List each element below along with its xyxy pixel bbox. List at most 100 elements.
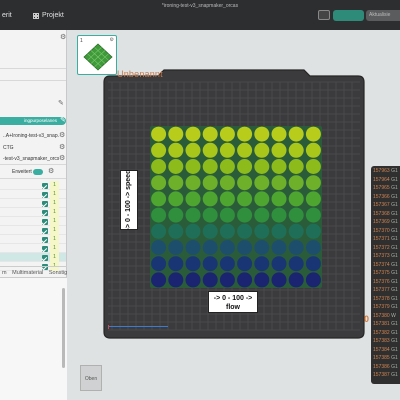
menu-item-project[interactable]: Projekt <box>42 12 64 19</box>
test-disc <box>185 223 201 239</box>
refresh-button[interactable]: Aktualisie <box>366 10 400 21</box>
test-disc <box>151 240 167 255</box>
test-disc <box>185 142 201 158</box>
pill-edit-icon[interactable]: ✎ <box>60 116 66 124</box>
expert-mode-label: Erweitert <box>12 169 32 175</box>
object-row[interactable]: 1 <box>0 181 66 190</box>
test-disc <box>219 191 235 207</box>
gear-icon[interactable]: ⚙ <box>59 154 65 162</box>
gcode-line: 157381 G1 <box>371 321 400 330</box>
object-row[interactable]: 1 <box>0 199 66 208</box>
object-row-value: 1 <box>50 226 59 235</box>
test-disc <box>168 256 184 272</box>
test-disc <box>168 142 184 158</box>
test-disc <box>219 272 235 288</box>
checkbox-icon[interactable] <box>42 255 48 261</box>
test-disc <box>219 256 235 272</box>
gear-icon[interactable]: ⚙ <box>48 167 54 175</box>
divider <box>0 80 66 81</box>
scrollbar[interactable] <box>62 288 65 368</box>
test-disc <box>185 256 201 272</box>
object-row-value: 1 <box>50 208 59 217</box>
test-disc <box>185 159 201 174</box>
tab-misc[interactable]: Sonstiges <box>47 267 67 276</box>
checkbox-icon[interactable] <box>42 219 48 225</box>
expert-mode-toggle[interactable] <box>33 169 43 175</box>
object-row[interactable]: 1 <box>0 208 66 217</box>
test-disc <box>254 159 270 174</box>
test-disc <box>288 126 304 142</box>
gcode-command: G1 <box>391 202 398 208</box>
object-row[interactable]: 1 <box>0 235 66 244</box>
checkbox-icon[interactable] <box>42 192 48 198</box>
object-row[interactable]: 1 <box>0 226 66 235</box>
gcode-line: 157373 G1 <box>371 253 400 262</box>
object-row[interactable]: 1 <box>0 217 66 226</box>
ironing-test-object[interactable] <box>150 126 322 288</box>
test-disc <box>271 191 287 207</box>
object-row[interactable]: 1 <box>0 244 66 253</box>
checkbox-icon[interactable] <box>42 183 48 189</box>
checkbox-icon[interactable] <box>42 201 48 207</box>
checkbox-icon[interactable] <box>42 246 48 252</box>
object-row[interactable]: 1 <box>0 190 66 199</box>
test-disc <box>288 223 304 239</box>
test-disc <box>237 175 253 191</box>
gcode-command: G1 <box>391 219 398 225</box>
test-disc <box>219 223 235 239</box>
test-disc <box>305 142 321 158</box>
gcode-line: 157383 G1 <box>371 338 400 347</box>
test-disc <box>288 207 304 223</box>
gcode-command: G1 <box>391 363 398 370</box>
filament-preset-pill[interactable]: ingpurposelanes <box>0 117 66 125</box>
edit-icon[interactable]: ✎ <box>58 99 64 107</box>
gcode-command: G1 <box>391 261 398 268</box>
test-disc <box>305 256 321 272</box>
test-disc <box>288 175 304 191</box>
object-row-selected[interactable]: 1 <box>0 253 66 262</box>
test-disc <box>168 175 184 191</box>
test-disc <box>202 126 218 142</box>
gcode-line-number: 157367 <box>373 202 392 208</box>
tab-multimaterial[interactable]: Multimaterial <box>10 267 45 276</box>
gcode-command: G1 <box>391 193 398 200</box>
gcode-command: G1 <box>391 329 398 336</box>
test-disc <box>168 223 184 239</box>
test-disc <box>202 142 218 158</box>
view-cube[interactable]: Oben <box>80 365 102 391</box>
test-disc <box>168 159 184 174</box>
toolbar-dropdown-button[interactable] <box>318 10 330 20</box>
tab-partial[interactable]: m <box>0 267 9 276</box>
test-disc <box>237 223 253 239</box>
checkbox-icon[interactable] <box>42 228 48 234</box>
gcode-line: 157380 W <box>371 313 400 322</box>
settings-panel <box>0 278 67 400</box>
checkbox-icon[interactable] <box>42 210 48 216</box>
gcode-command: G1 <box>391 295 398 302</box>
settings-icon[interactable]: ⚙ <box>60 33 66 41</box>
test-disc <box>185 126 201 142</box>
test-disc <box>271 272 287 288</box>
gcode-line-number: 157373 <box>373 253 392 259</box>
slice-button[interactable] <box>333 10 364 21</box>
gear-icon[interactable]: ⚙ <box>59 131 65 139</box>
gcode-line: 157385 G1 <box>371 355 400 364</box>
file-line-2: CTG <box>3 145 14 151</box>
test-disc <box>168 240 184 255</box>
gcode-line-number: 157375 <box>373 270 392 276</box>
test-disc <box>168 207 184 223</box>
gcode-line-number: 157963 <box>373 168 392 174</box>
gcode-line-number: 157381 <box>373 321 392 327</box>
checkbox-icon[interactable] <box>42 237 48 243</box>
test-disc <box>271 126 287 142</box>
gear-icon[interactable]: ⚙ <box>59 143 65 151</box>
gcode-line: 157368 G1 <box>371 211 400 220</box>
menu-item-edit[interactable]: erit <box>2 12 12 19</box>
gcode-line-number: 157383 <box>373 338 392 344</box>
gcode-line-number: 157964 <box>373 176 392 183</box>
gcode-command: G1 <box>391 253 398 259</box>
gcode-line-number: 157378 <box>373 295 392 302</box>
test-disc <box>271 159 287 174</box>
test-disc <box>237 256 253 272</box>
test-disc <box>168 126 184 142</box>
